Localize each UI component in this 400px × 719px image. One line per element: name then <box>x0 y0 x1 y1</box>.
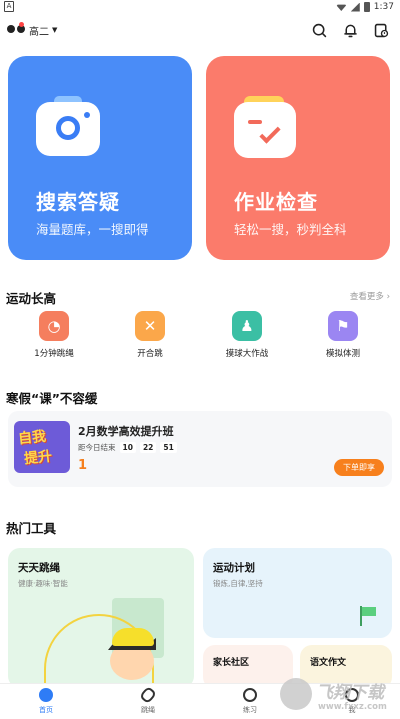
countdown-seconds: 51 <box>160 442 177 453</box>
jump-rope-icon <box>138 685 158 705</box>
notification-icon: A <box>4 1 14 12</box>
sport-label: 模拟体测 <box>325 349 360 359</box>
bell-icon[interactable] <box>342 22 359 39</box>
top-header: 高二 ▼ <box>0 14 400 48</box>
watermark: 飞翔下载 www.fxxz.com <box>276 674 398 718</box>
grade-label: 高二 <box>29 26 49 38</box>
wifi-icon <box>335 4 347 11</box>
flag-icon <box>360 606 378 626</box>
nav-label: 跳绳 <box>141 706 155 714</box>
sport-item-mock-test[interactable]: ⚑ 模拟体测 <box>308 311 378 359</box>
grade-selector[interactable]: 高二 ▼ <box>6 22 57 38</box>
sport-item-jumping-jack[interactable]: ✕ 开合跳 <box>115 311 185 359</box>
nav-practice[interactable]: 练习 <box>230 688 270 715</box>
caret-down-icon: ▼ <box>52 26 58 34</box>
tool-name: 语文作文 <box>310 658 347 668</box>
search-card-subtitle: 海量题库，一搜即得 <box>36 222 149 237</box>
jump-rope-icon: ◔ <box>39 311 69 341</box>
homework-check-card[interactable]: 作业检查 轻松一搜，秒判全科 <box>206 56 390 260</box>
check-card-subtitle: 轻松一搜，秒判全科 <box>234 222 347 237</box>
see-more-link[interactable]: 查看更多 › <box>350 290 390 302</box>
battery-icon <box>363 2 370 12</box>
watermark-url: www.fxxz.com <box>318 702 387 712</box>
tool-name: 家长社区 <box>213 658 250 668</box>
order-button[interactable]: 下单即享 <box>334 459 384 476</box>
countdown-label: 距今日结束 <box>78 443 116 452</box>
clipboard-check-icon <box>234 96 296 158</box>
tool-exercise-plan-card[interactable]: 运动计划 锻炼,自律,坚持 <box>203 548 392 638</box>
search-icon[interactable] <box>311 22 328 39</box>
camera-icon <box>36 96 100 156</box>
cover-text-line1: 自我 <box>17 428 47 448</box>
status-bar: A 1:37 <box>0 0 400 14</box>
sport-label: 开合跳 <box>137 349 163 359</box>
course-section-title: 寒假“课”不容缓 <box>6 391 98 406</box>
sport-item-ball-game[interactable]: ♟ 摸球大作战 <box>212 311 282 359</box>
compass-icon <box>243 688 257 702</box>
search-card-title: 搜索答疑 <box>36 190 120 214</box>
nav-home[interactable]: 首页 <box>26 688 66 715</box>
watermark-text: 飞翔下载 <box>316 683 384 703</box>
nav-jump-rope[interactable]: 跳绳 <box>128 685 168 715</box>
check-card-title: 作业检查 <box>234 190 318 214</box>
signal-icon <box>350 2 360 12</box>
cover-text-line2: 提升 <box>23 448 53 468</box>
course-cover-image: 自我 提升 <box>14 421 70 473</box>
nav-label: 练习 <box>243 706 257 714</box>
course-price: 1 <box>78 458 88 473</box>
tools-section-title: 热门工具 <box>6 521 57 536</box>
jumping-jack-icon: ✕ <box>135 311 165 341</box>
watermark-logo-icon <box>280 678 312 710</box>
nav-label: 首页 <box>39 706 53 714</box>
countdown-minutes: 22 <box>139 442 157 453</box>
sport-label: 1分钟跳绳 <box>34 349 74 359</box>
tool-desc: 锻炼,自律,坚持 <box>213 579 263 588</box>
tool-desc: 健康·趣味·智能 <box>18 579 68 588</box>
course-card[interactable]: 自我 提升 2月数学高效提升班 距今日结束 10 22 51 1 下单即享 <box>8 411 392 487</box>
sport-label: 摸球大作战 <box>225 349 269 359</box>
status-time: 1:37 <box>373 2 394 12</box>
home-icon <box>39 688 53 702</box>
countdown-hours: 10 <box>119 442 136 453</box>
tool-jump-rope-card[interactable]: 天天跳绳 健康·趣味·智能 <box>8 548 194 688</box>
course-title: 2月数学高效提升班 <box>78 425 174 438</box>
kid-illustration <box>104 628 160 688</box>
sports-section-title: 运动长高 <box>6 291 57 306</box>
history-icon[interactable] <box>373 22 390 39</box>
sport-item-jump-rope[interactable]: ◔ 1分钟跳绳 <box>19 311 89 359</box>
flag-icon: ⚑ <box>328 311 358 341</box>
see-more-label: 查看更多 <box>349 292 384 302</box>
ball-game-icon: ♟ <box>232 311 262 341</box>
tool-name: 运动计划 <box>213 562 255 574</box>
tool-name: 天天跳绳 <box>18 562 60 574</box>
mascot-logo-icon <box>6 22 26 38</box>
countdown: 距今日结束 10 22 51 <box>78 442 177 453</box>
search-answer-card[interactable]: 搜索答疑 海量题库，一搜即得 <box>8 56 192 260</box>
